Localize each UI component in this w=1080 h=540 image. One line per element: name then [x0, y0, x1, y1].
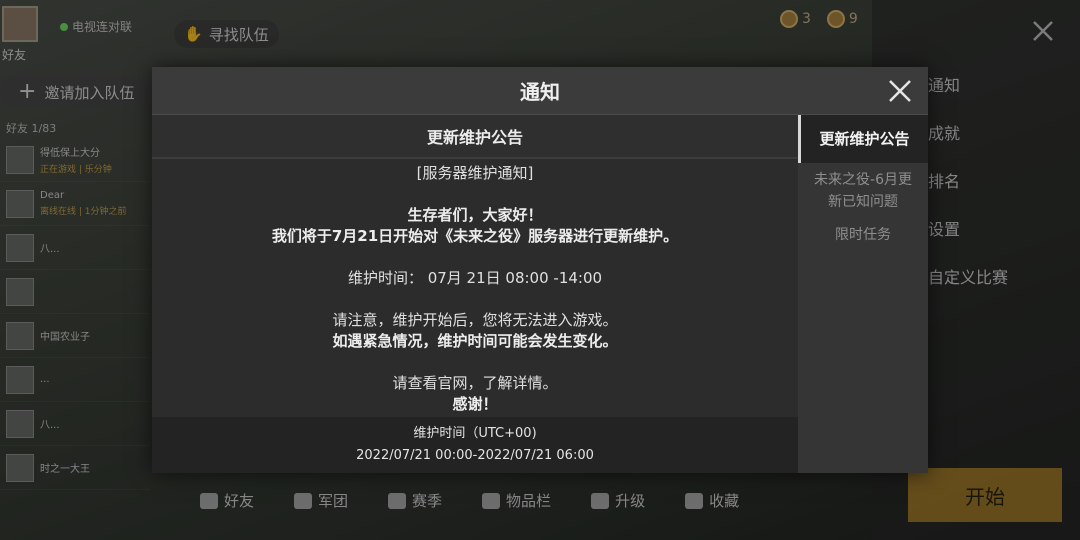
tab-known-issues[interactable]: 未来之役-6月更新已知问题	[798, 163, 928, 215]
notice-line: 感谢！	[452, 395, 498, 413]
notice-line: 我们将于7月21日开始对《未来之役》服务器进行更新维护。	[271, 227, 679, 245]
footer-title: 维护时间（UTC+00)	[413, 426, 537, 441]
modal-header: 通知	[152, 67, 928, 115]
notice-line: [服务器维护通知]	[416, 164, 534, 182]
notice-line: 维护时间： 07月 21日 08:00 -14:00	[347, 269, 603, 287]
notice-line: 请注意，维护开始后，您将无法进入游戏。	[332, 311, 618, 329]
notice-line: 请查看官网，了解详情。	[392, 374, 558, 392]
notice-content: 更新维护公告 [服务器维护通知] 生存者们，大家好！ 我们将于7月21日开始对《…	[152, 115, 798, 473]
notice-body: [服务器维护通知] 生存者们，大家好！ 我们将于7月21日开始对《未来之役》服务…	[152, 159, 798, 415]
notice-line: 生存者们，大家好！	[407, 206, 543, 224]
notice-tabs: 更新维护公告 未来之役-6月更新已知问题 限时任务	[798, 115, 928, 473]
game-lobby-screen: 好友 电视连对联 + 邀请加入队伍 好友 1/83 得低保上大分 正在游戏 | 乐…	[0, 0, 1080, 540]
maintenance-footer: 维护时间（UTC+00) 2022/07/21 00:00-2022/07/21…	[152, 417, 798, 473]
close-icon[interactable]	[886, 77, 914, 105]
notice-modal: 通知 更新维护公告 [服务器维护通知] 生存者们，大家好！ 我们将于7月21日开…	[152, 67, 928, 473]
notice-title: 更新维护公告	[152, 115, 798, 159]
notice-line: 如遇紧急情况，维护时间可能会发生变化。	[332, 332, 618, 350]
tab-limited-missions[interactable]: 限时任务	[798, 215, 928, 255]
tab-maintenance-notice[interactable]: 更新维护公告	[798, 115, 928, 163]
modal-title: 通知	[520, 80, 560, 104]
footer-time: 2022/07/21 00:00-2022/07/21 06:00	[356, 448, 594, 463]
